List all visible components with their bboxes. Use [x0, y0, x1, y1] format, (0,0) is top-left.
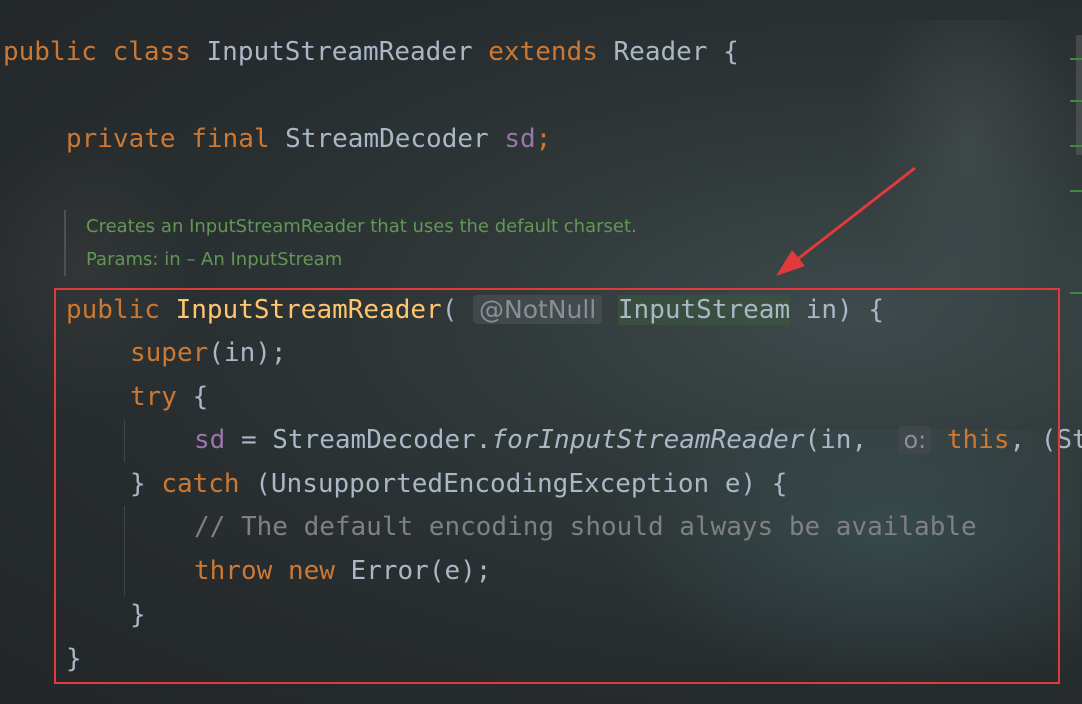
- arrow-annotation: [776, 166, 916, 276]
